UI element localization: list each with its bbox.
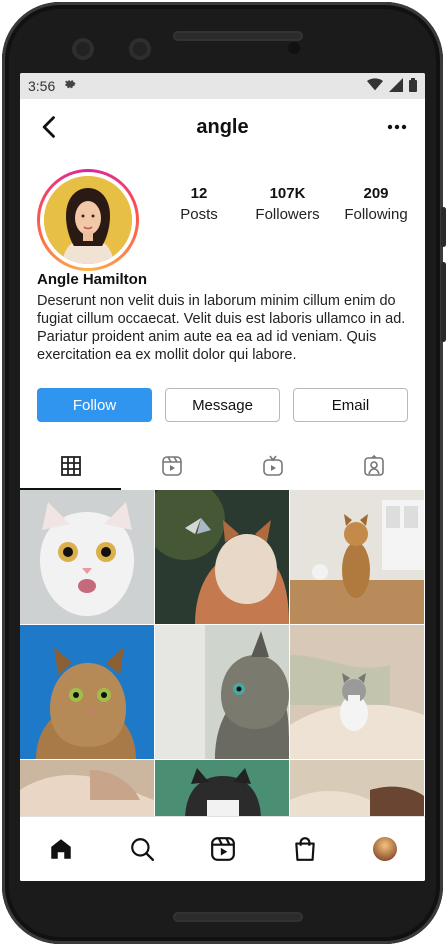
power-button [441,262,446,342]
wifi-icon [367,77,383,95]
tab-tagged[interactable] [324,446,425,490]
tab-igtv[interactable] [223,446,324,490]
igtv-icon [262,455,284,482]
avatar-story-ring[interactable] [37,169,139,271]
avatar [44,176,132,264]
post-thumbnail-tabby-blue-sky[interactable] [20,625,154,759]
status-bar: 3:56 [20,73,425,99]
bottom-speaker [173,912,303,922]
stat-label: Followers [255,206,320,223]
post-thumbnail-white-cat[interactable] [20,490,154,624]
shop-icon[interactable] [292,836,318,862]
chevron-left-icon[interactable] [36,113,64,141]
stat-value: 107K [269,185,306,202]
profile-actions: Follow Message Email [20,388,425,422]
search-icon[interactable] [129,836,155,862]
ellipsis-icon[interactable] [385,115,409,139]
profile-bio: Angle Hamilton Deserunt non velit duis i… [20,271,425,364]
top-speaker [173,31,303,41]
post-thumbnail-kitten-blanket[interactable] [290,625,424,759]
app-screen: 3:56 angle 12 Posts 107K Followers 209 F… [20,73,425,881]
tab-grid[interactable] [20,446,121,490]
message-button[interactable]: Message [165,388,280,422]
front-camera-right [129,38,151,60]
stat-value: 209 [363,185,389,202]
page-title: angle [196,115,249,138]
profile-summary: 12 Posts 107K Followers 209 Following [20,155,425,271]
front-camera-left [72,38,94,60]
status-right [367,77,417,95]
post-thumbnail-cat-table[interactable] [290,490,424,624]
cellular-icon [389,77,403,95]
email-button[interactable]: Email [293,388,408,422]
stat-posts[interactable]: 12 Posts [155,185,243,223]
profile-stats: 12 Posts 107K Followers 209 Following [155,185,420,223]
battery-icon [409,77,417,95]
content-tabs [20,446,425,490]
post-thumbnail-cat-butterfly[interactable] [155,490,289,624]
tagged-icon [363,454,385,482]
stat-value: 12 [190,185,208,202]
stat-following[interactable]: 209 Following [332,185,420,223]
tab-reels[interactable] [121,446,222,490]
bottom-navigation [20,816,425,881]
stat-label: Posts [180,206,218,223]
home-indicator[interactable] [166,874,276,878]
stat-label: Following [344,206,408,223]
bio-text: Deserunt non velit duis in laborum minim… [37,293,406,363]
proximity-sensor [288,42,300,54]
profile-header: angle [20,99,425,155]
grid-icon [60,455,82,482]
volume-button [441,207,446,247]
stat-followers[interactable]: 107K Followers [244,185,332,223]
status-time: 3:56 [28,78,56,94]
follow-button[interactable]: Follow [37,388,152,422]
reels-icon [161,455,183,482]
settings-icon [63,78,76,94]
post-thumbnail-tabby-profile[interactable] [155,625,289,759]
profile-name: Angle Hamilton [37,271,148,288]
reels-icon[interactable] [210,836,236,862]
home-icon[interactable] [48,836,74,862]
profile-avatar[interactable] [373,837,398,861]
